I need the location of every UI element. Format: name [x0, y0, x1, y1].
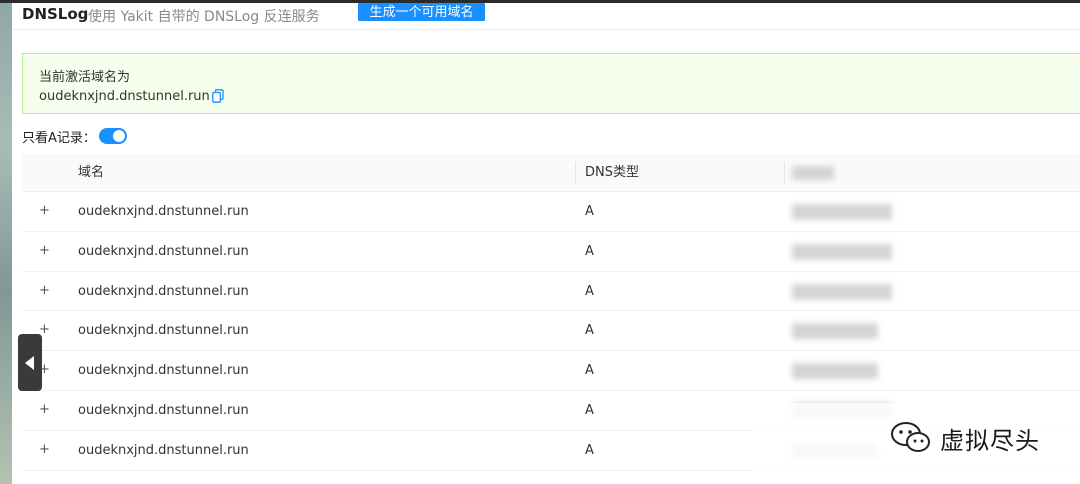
- generate-domain-button[interactable]: 生成一个可用域名: [358, 3, 485, 21]
- expand-row-icon[interactable]: +: [39, 204, 50, 217]
- active-domain-value: oudeknxjnd.dnstunnel.run: [39, 89, 210, 104]
- column-divider: [784, 162, 785, 184]
- row-domain: oudeknxjnd.dnstunnel.run: [78, 323, 249, 339]
- row-domain: oudeknxjnd.dnstunnel.run: [78, 204, 249, 219]
- table-row[interactable]: + oudeknxjnd.dnstunnel.run A: [22, 272, 1080, 312]
- table-row[interactable]: + oudeknxjnd.dnstunnel.run A: [22, 311, 1080, 352]
- column-header-domain[interactable]: 域名: [78, 154, 104, 192]
- table-header: 域名 DNS类型: [22, 154, 1080, 192]
- collapse-sidebar-handle[interactable]: [18, 334, 42, 391]
- expand-row-icon[interactable]: +: [39, 244, 50, 257]
- watermark: 虚拟尽头: [890, 420, 1040, 456]
- row-dns-type: A: [585, 323, 594, 339]
- column-header-dns-type[interactable]: DNS类型: [585, 154, 639, 192]
- watermark-text: 虚拟尽头: [940, 426, 1040, 455]
- row-domain: oudeknxjnd.dnstunnel.run: [78, 402, 249, 418]
- redacted-ip: [792, 243, 892, 260]
- row-dns-type: A: [585, 243, 594, 259]
- page-subtitle: 使用 Yakit 自带的 DNSLog 反连服务: [88, 9, 320, 25]
- redacted-column-header: [792, 166, 834, 180]
- expand-row-icon[interactable]: +: [39, 443, 50, 456]
- page-header: DNSLog 使用 Yakit 自带的 DNSLog 反连服务 生成一个可用域名: [12, 3, 1080, 30]
- wechat-icon: [891, 422, 930, 452]
- active-domain-label: 当前激活域名为: [39, 70, 131, 85]
- expand-row-icon[interactable]: +: [39, 403, 50, 416]
- redacted-ip: [792, 363, 878, 380]
- redacted-ip: [792, 204, 892, 220]
- copy-icon[interactable]: [212, 89, 224, 103]
- desktop-background: [0, 0, 12, 484]
- row-domain: oudeknxjnd.dnstunnel.run: [78, 283, 249, 299]
- row-domain: oudeknxjnd.dnstunnel.run: [78, 243, 249, 259]
- row-dns-type: A: [585, 204, 594, 219]
- column-divider: [575, 162, 576, 184]
- a-record-filter-label: 只看A记录：: [22, 131, 96, 146]
- table-row[interactable]: + oudeknxjnd.dnstunnel.run A: [22, 351, 1080, 391]
- row-dns-type: A: [585, 283, 594, 299]
- row-domain: oudeknxjnd.dnstunnel.run: [78, 363, 249, 379]
- dnslog-panel: DNSLog 使用 Yakit 自带的 DNSLog 反连服务 生成一个可用域名…: [12, 3, 1080, 484]
- row-domain: oudeknxjnd.dnstunnel.run: [78, 442, 249, 458]
- row-dns-type: A: [585, 442, 594, 458]
- active-domain-alert: 当前激活域名为 oudeknxjnd.dnstunnel.run: [22, 53, 1080, 114]
- toggle-knob: [113, 130, 125, 142]
- redacted-ip: [792, 323, 878, 340]
- a-record-toggle[interactable]: [99, 128, 127, 144]
- expand-row-icon[interactable]: +: [39, 323, 50, 336]
- page-title: DNSLog: [22, 5, 89, 23]
- row-dns-type: A: [585, 402, 594, 418]
- row-dns-type: A: [585, 363, 594, 379]
- redacted-ip: [792, 283, 892, 300]
- expand-row-icon[interactable]: +: [39, 284, 50, 297]
- collapse-arrow-icon: [25, 356, 34, 370]
- table-row[interactable]: + oudeknxjnd.dnstunnel.run A: [22, 192, 1080, 232]
- table-row[interactable]: + oudeknxjnd.dnstunnel.run A: [22, 232, 1080, 272]
